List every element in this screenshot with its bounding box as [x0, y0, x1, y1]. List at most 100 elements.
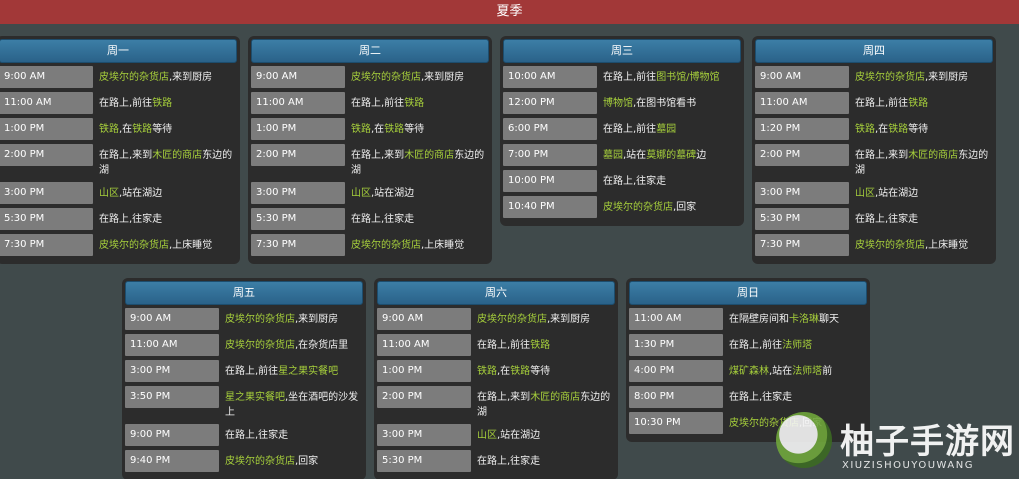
day-header: 周三 — [503, 39, 741, 63]
activity-text: 边 — [696, 150, 707, 161]
time-label: 11:00 AM — [0, 92, 93, 114]
time-label: 1:30 PM — [629, 334, 723, 356]
location-link[interactable]: 皮埃尔的杂货店 — [603, 202, 673, 213]
time-label: 2:00 PM — [0, 144, 93, 166]
activity-text: 在路上,前往 — [855, 98, 909, 109]
time-label: 8:00 PM — [629, 386, 723, 408]
location-link[interactable]: 木匠的商店 — [404, 150, 454, 161]
activity-text: ,在图书馆看书 — [633, 98, 697, 109]
time-label: 10:00 PM — [503, 170, 597, 192]
time-label: 9:00 AM — [251, 66, 345, 88]
activity-description: 在隔壁房间和卡洛琳聊天 — [723, 308, 867, 327]
activity-description: 在路上,往家走 — [93, 208, 237, 227]
location-link[interactable]: 墓园 — [603, 150, 623, 161]
activity-description: 铁路,在铁路等待 — [471, 360, 615, 379]
location-link[interactable]: 山区 — [855, 188, 875, 199]
schedule-row: 6:00 PM 在路上,前往墓园 — [503, 118, 741, 140]
location-link[interactable]: 木匠的商店 — [908, 150, 958, 161]
location-link[interactable]: 铁路 — [132, 124, 152, 135]
schedule-row: 10:40 PM 皮埃尔的杂货店,回家 — [503, 196, 741, 218]
location-link[interactable]: 皮埃尔的杂货店 — [225, 340, 295, 351]
activity-description: 皮埃尔的杂货店,来到厨房 — [219, 308, 363, 327]
location-link[interactable]: 法师塔 — [782, 340, 812, 351]
location-link[interactable]: 铁路 — [477, 366, 497, 377]
location-link[interactable]: 铁路 — [530, 340, 550, 351]
activity-description: 在路上,往家走 — [345, 208, 489, 227]
schedule-row: 3:00 PM 山区,站在湖边 — [377, 424, 615, 446]
location-link[interactable]: 山区 — [351, 188, 371, 199]
schedule-row: 7:30 PM 皮埃尔的杂货店,上床睡觉 — [755, 234, 993, 256]
activity-text: 在路上,前往 — [99, 98, 153, 109]
location-link[interactable]: 木匠的商店 — [152, 150, 202, 161]
time-label: 11:00 AM — [377, 334, 471, 356]
location-link[interactable]: 法师塔 — [792, 366, 822, 377]
location-link[interactable]: 铁路 — [888, 124, 908, 135]
schedule-row: 5:30 PM 在路上,往家走 — [377, 450, 615, 472]
day-header: 周四 — [755, 39, 993, 63]
location-link[interactable]: 山区 — [477, 430, 497, 441]
schedule-row: 9:40 PM 皮埃尔的杂货店,回家 — [125, 450, 363, 472]
activity-text: 在路上,前往 — [603, 72, 657, 83]
time-label: 9:40 PM — [125, 450, 219, 472]
location-link[interactable]: 木匠的商店 — [530, 392, 580, 403]
location-link[interactable]: 皮埃尔的杂货店 — [855, 72, 925, 83]
schedule-row: 9:00 AM 皮埃尔的杂货店,来到厨房 — [755, 66, 993, 88]
location-link[interactable]: 图书馆/博物馆 — [656, 72, 719, 83]
location-link[interactable]: 皮埃尔的杂货店 — [99, 240, 169, 251]
activity-text: 在路上,往家走 — [855, 214, 919, 225]
time-label: 3:50 PM — [125, 386, 219, 408]
activity-description: 山区,站在湖边 — [345, 182, 489, 201]
activity-description: 在路上,往家走 — [849, 208, 993, 227]
activity-description: 在路上,来到木匠的商店东边的湖 — [849, 144, 993, 178]
location-link[interactable]: 铁路 — [351, 124, 371, 135]
location-link[interactable]: 莫娜的墓碑 — [646, 150, 696, 161]
location-link[interactable]: 卡洛琳 — [789, 314, 819, 325]
time-label: 11:00 AM — [755, 92, 849, 114]
location-link[interactable]: 皮埃尔的杂货店 — [477, 314, 547, 325]
activity-text: ,站在 — [623, 150, 647, 161]
season-title: 夏季 — [0, 0, 1019, 24]
time-label: 3:00 PM — [125, 360, 219, 382]
location-link[interactable]: 铁路 — [99, 124, 119, 135]
day-card: 周一 9:00 AM 皮埃尔的杂货店,来到厨房 11:00 AM 在路上,前往铁路 1:0… — [0, 36, 240, 264]
schedule-row: 1:20 PM 铁路,在铁路等待 — [755, 118, 993, 140]
day-header: 周一 — [0, 39, 237, 63]
activity-text: 在路上,来到 — [351, 150, 405, 161]
location-link[interactable]: 博物馆 — [603, 98, 633, 109]
location-link[interactable]: 星之果实餐吧 — [225, 392, 285, 403]
time-label: 12:00 PM — [503, 92, 597, 114]
location-link[interactable]: 皮埃尔的杂货店 — [225, 314, 295, 325]
activity-text: 在路上,前往 — [225, 366, 279, 377]
activity-text: ,回家 — [673, 202, 697, 213]
location-link[interactable]: 煤矿森林 — [729, 366, 769, 377]
location-link[interactable]: 星之果实餐吧 — [278, 366, 338, 377]
location-link[interactable]: 墓园 — [656, 124, 676, 135]
schedule-row: 1:30 PM 在路上,前往法师塔 — [629, 334, 867, 356]
activity-description: 皮埃尔的杂货店,上床睡觉 — [93, 234, 237, 253]
activity-description: 在路上,来到木匠的商店东边的湖 — [93, 144, 237, 178]
activity-text: 在路上,往家走 — [99, 214, 163, 225]
location-link[interactable]: 铁路 — [510, 366, 530, 377]
location-link[interactable]: 铁路 — [152, 98, 172, 109]
location-link[interactable]: 山区 — [99, 188, 119, 199]
schedule-row: 5:30 PM 在路上,往家走 — [0, 208, 237, 230]
location-link[interactable]: 铁路 — [384, 124, 404, 135]
activity-text: ,来到厨房 — [421, 72, 465, 83]
location-link[interactable]: 皮埃尔的杂货店 — [351, 72, 421, 83]
location-link[interactable]: 铁路 — [404, 98, 424, 109]
location-link[interactable]: 皮埃尔的杂货店 — [99, 72, 169, 83]
activity-text: 在路上,往家走 — [603, 176, 667, 187]
activity-description: 皮埃尔的杂货店,上床睡觉 — [849, 234, 993, 253]
day-card: 周六 9:00 AM 皮埃尔的杂货店,来到厨房 11:00 AM 在路上,前往铁路 1:0… — [374, 278, 618, 479]
location-link[interactable]: 皮埃尔的杂货店 — [855, 240, 925, 251]
location-link[interactable]: 铁路 — [855, 124, 875, 135]
activity-description: 皮埃尔的杂货店,来到厨房 — [345, 66, 489, 85]
location-link[interactable]: 铁路 — [908, 98, 928, 109]
activity-text: ,上床睡觉 — [169, 240, 213, 251]
location-link[interactable]: 皮埃尔的杂货店 — [351, 240, 421, 251]
time-label: 1:20 PM — [755, 118, 849, 140]
activity-text: ,来到厨房 — [547, 314, 591, 325]
location-link[interactable]: 皮埃尔的杂货店 — [225, 456, 295, 467]
activity-description: 在路上,往家走 — [723, 386, 867, 405]
watermark-title: 柚子手游网 — [840, 422, 1015, 462]
